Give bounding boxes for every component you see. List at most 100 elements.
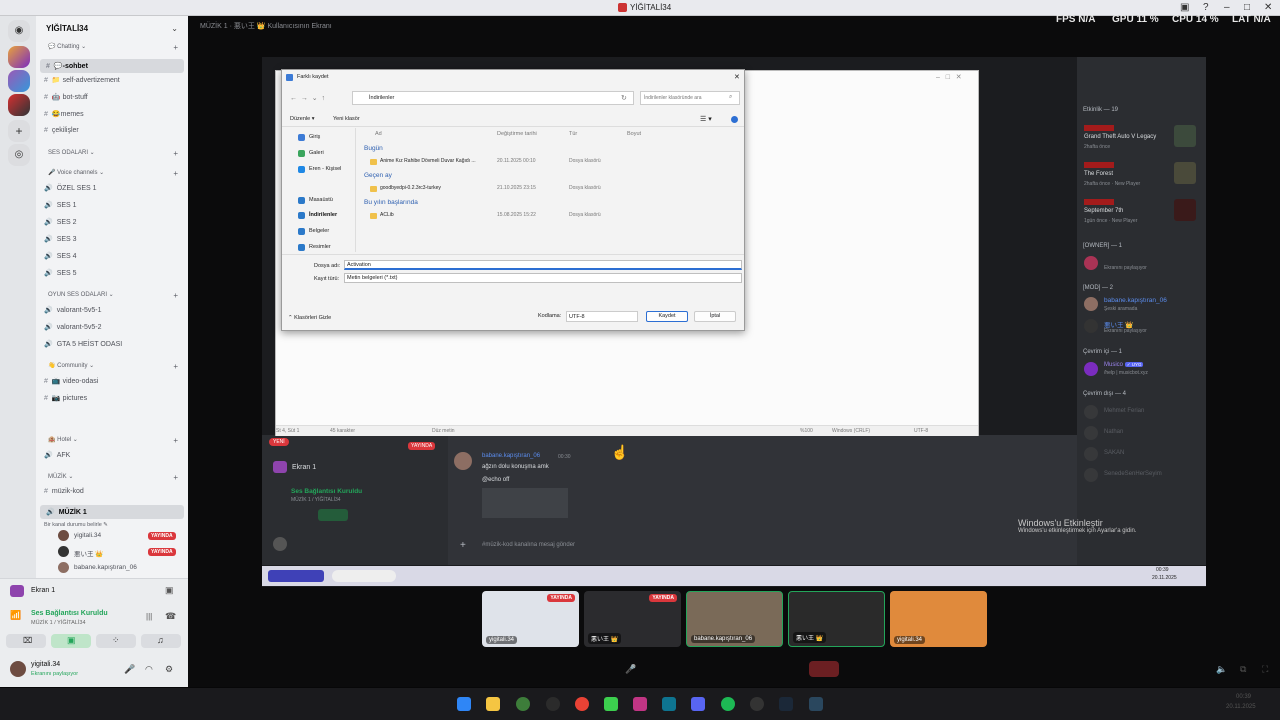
voice-status[interactable]: Ses Bağlantısı Kuruldu — [31, 610, 108, 617]
explorer-icon[interactable] — [486, 697, 500, 711]
activity-game[interactable]: Grand Theft Auto V Legacy — [1084, 134, 1156, 140]
group-header[interactable]: Geçen ay — [364, 172, 392, 179]
cancel-button[interactable]: İptal — [694, 311, 736, 322]
offline-avatar[interactable] — [1084, 468, 1098, 482]
share-screen-button[interactable]: ▣ — [51, 634, 91, 648]
participant-tile[interactable]: 悪い王 👑 — [788, 591, 885, 647]
offline-name[interactable]: SAKAN — [1104, 450, 1124, 456]
leave-call-button[interactable] — [809, 661, 839, 677]
refresh-icon[interactable]: ↻ — [621, 94, 627, 102]
channel-voice-9[interactable]: 🔊 SES 1 — [44, 201, 77, 209]
noise-icon[interactable]: ||| — [146, 612, 152, 621]
mod-avatar[interactable] — [1084, 297, 1098, 311]
channel-status-hint[interactable]: Bir kanal durumu belirle ✎ — [44, 522, 108, 528]
channel-text-4[interactable]: # 😂memes — [44, 110, 84, 118]
server-icon-2[interactable] — [8, 70, 30, 92]
address-bar[interactable]: İndirilenler ↻ — [352, 91, 634, 105]
col-type[interactable]: Tür — [569, 131, 577, 137]
channel-voice-11[interactable]: 🔊 SES 3 — [44, 235, 77, 243]
channel-voice-13[interactable]: 🔊 SES 5 — [44, 269, 77, 277]
app-icon-4[interactable] — [546, 697, 560, 711]
nav-item[interactable]: İndirilenler — [309, 212, 337, 218]
app-icon-13[interactable] — [809, 697, 823, 711]
owner-avatar[interactable] — [1084, 256, 1098, 270]
mod-name[interactable]: babane.kapıştıran_06 — [1104, 297, 1167, 304]
nav-item[interactable]: Masaüstü — [309, 197, 333, 203]
hide-folders-button[interactable]: ⌃ Klasörleri Gizle — [288, 315, 331, 321]
disconnect-icon[interactable]: ☎ — [165, 611, 176, 622]
server-icon-3[interactable] — [8, 94, 30, 116]
microphone-icon[interactable]: 🎤 — [124, 664, 135, 675]
group-header[interactable]: Bu yılın başlarında — [364, 199, 418, 206]
username[interactable]: yigitali.34 — [31, 661, 60, 668]
add-channel-icon[interactable]: + — [173, 362, 178, 371]
mod-avatar[interactable] — [1084, 319, 1098, 333]
close-button[interactable]: ✕ — [1264, 2, 1272, 13]
gear-icon[interactable]: ⚙ — [165, 664, 173, 675]
encoding-select[interactable]: UTF-8 — [566, 311, 638, 322]
channel-voice-16[interactable]: 🔊 valorant-5v5-2 — [44, 323, 101, 331]
message-input[interactable]: #müzik-kod kanalına mesaj gönder — [482, 542, 575, 548]
musico-name[interactable]: Musico ✓ UYG — [1104, 362, 1144, 368]
notepad-min[interactable]: – □ ✕ — [936, 73, 962, 81]
channel-text-24[interactable]: # müzik-kod — [44, 488, 84, 495]
start-icon[interactable] — [457, 697, 471, 711]
nav-item[interactable]: Giriş — [309, 134, 320, 140]
remote-task-pill[interactable] — [268, 570, 324, 582]
channel-text-20[interactable]: # 📷 pictures — [44, 394, 87, 402]
voice-user-name[interactable]: 悪い王 👑 — [74, 548, 103, 558]
channel-voice-17[interactable]: 🔊 GTA 5 HEİST ODASI — [44, 340, 122, 348]
offline-name[interactable]: Nathan — [1104, 429, 1123, 435]
add-server-icon[interactable]: + — [8, 120, 30, 142]
help-icon[interactable] — [731, 116, 738, 123]
server-name[interactable]: YİĞİTALİ34 — [46, 24, 88, 33]
app-icon-11[interactable] — [750, 697, 764, 711]
musico-avatar[interactable] — [1084, 362, 1098, 376]
remote-avatar[interactable] — [273, 537, 287, 551]
organize-button[interactable]: Düzenle ▾ — [290, 116, 314, 122]
remote-voice-status[interactable]: Ses Bağlantısı Kuruldu — [291, 488, 362, 495]
channel-voice-10[interactable]: 🔊 SES 2 — [44, 218, 77, 226]
offline-avatar[interactable] — [1084, 447, 1098, 461]
search-input[interactable]: İndirilenler klasöründe ara ⌕ — [640, 91, 740, 105]
discord-home-icon[interactable]: ◉ — [8, 20, 30, 42]
nav-item[interactable]: Eren - Kişisel — [309, 166, 341, 172]
camera-button[interactable]: ⌧ — [6, 634, 46, 648]
kick-icon[interactable] — [604, 697, 618, 711]
chrome-icon[interactable] — [575, 697, 589, 711]
remote-search-pill[interactable] — [332, 570, 396, 582]
fullscreen-icon[interactable]: ⛶ — [1262, 664, 1268, 675]
file-name[interactable]: Anime Kız Rahibe Dövmeli Duvar Kağıdı ..… — [380, 158, 476, 164]
channel-text-1[interactable]: # 💬-sohbet — [40, 59, 184, 73]
activities-button[interactable]: ⁘ — [96, 634, 136, 648]
discord-icon[interactable] — [691, 697, 705, 711]
remote-share-button[interactable] — [318, 509, 348, 521]
file-name[interactable]: goodbyedpi-0.2.3rc3-turkey — [380, 185, 441, 191]
nav-item[interactable]: Galeri — [309, 150, 324, 156]
message-author[interactable]: babane.kapıştıran_06 — [482, 453, 540, 459]
col-date[interactable]: Değiştirme tarihi — [497, 131, 537, 137]
nav-item[interactable]: Belgeler — [309, 228, 329, 234]
avatar[interactable] — [10, 661, 26, 677]
participant-tile[interactable]: yigitali.34 — [890, 591, 987, 647]
add-channel-icon[interactable]: + — [173, 473, 178, 482]
voice-user-name[interactable]: babane.kapıştıran_06 — [74, 564, 137, 571]
help-icon[interactable]: ▣ — [1180, 2, 1189, 13]
add-channel-icon[interactable]: + — [173, 43, 178, 52]
headphones-icon[interactable]: ◠ — [145, 664, 153, 675]
participant-tile[interactable]: babane.kapıştıran_06 — [686, 591, 783, 647]
voice-user-avatar[interactable] — [58, 530, 69, 541]
question-icon[interactable]: ? — [1203, 2, 1209, 13]
offline-avatar[interactable] — [1084, 426, 1098, 440]
channel-voice-12[interactable]: 🔊 SES 4 — [44, 252, 77, 260]
soundboard-button[interactable]: ♫ — [141, 634, 181, 648]
spotify-icon[interactable] — [721, 697, 735, 711]
screen-settings-icon[interactable]: ▣ — [165, 585, 174, 596]
dialog-close-icon[interactable]: ✕ — [734, 73, 740, 81]
minimize-button[interactable]: – — [1224, 2, 1230, 13]
server-icon-1[interactable] — [8, 46, 30, 68]
participant-tile[interactable]: YAYINDA 悪い王 👑 — [584, 591, 681, 647]
col-name[interactable]: Ad — [375, 131, 382, 137]
message-avatar[interactable] — [454, 452, 472, 470]
add-channel-icon[interactable]: + — [173, 436, 178, 445]
